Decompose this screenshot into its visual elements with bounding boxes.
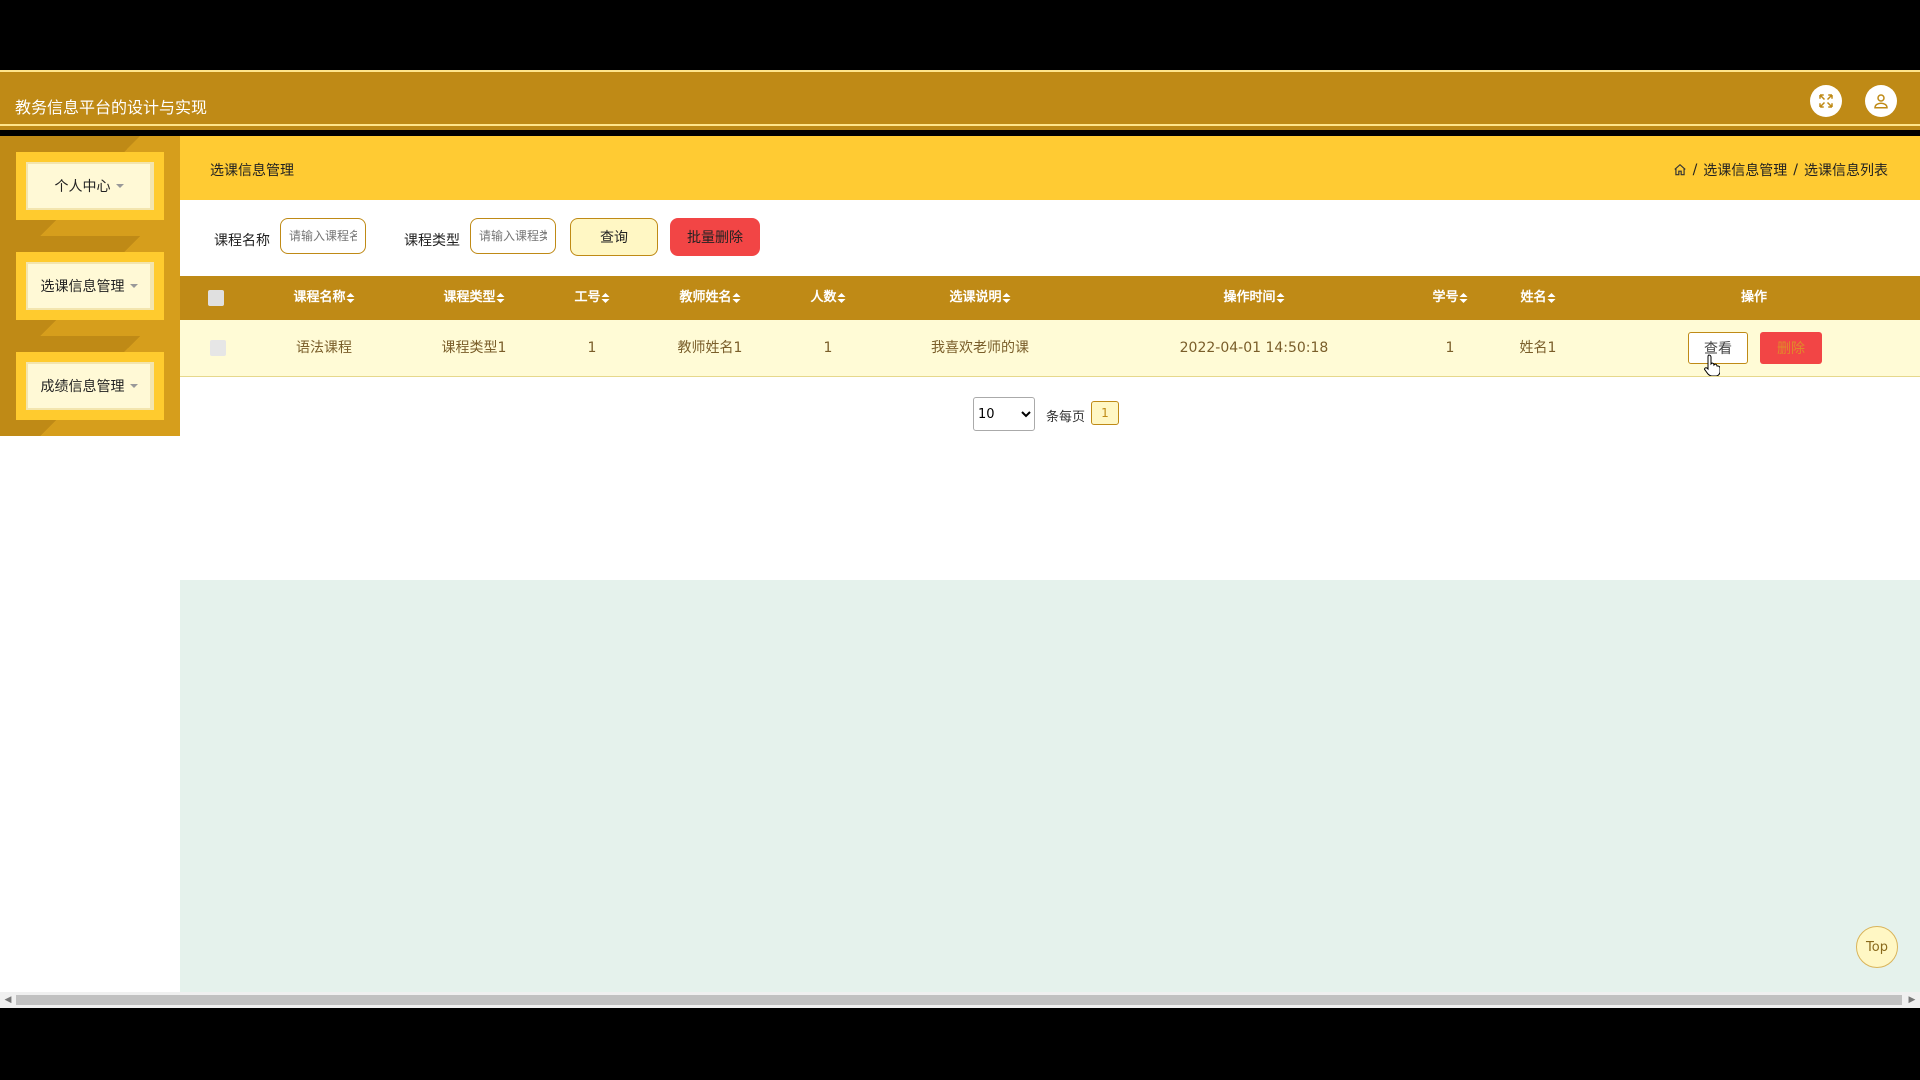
sort-icon [1459,292,1468,303]
sort-icon [496,292,505,303]
page-header: 选课信息管理 / 选课信息管理 / 选课信息列表 [180,136,1920,200]
course-name-input[interactable] [280,218,366,254]
navbar-bottom-stripe [0,124,1920,126]
scrollbar-thumb[interactable] [16,995,1902,1005]
user-menu-button[interactable] [1865,85,1897,117]
column-header[interactable]: 选课说明 [949,276,1011,320]
cell-course-name: 语法课程 [296,340,352,356]
sidebar-item-grade-management[interactable]: 成绩信息管理 [28,364,150,408]
batch-delete-button[interactable]: 批量删除 [670,218,760,256]
sidebar-item-label: 成绩信息管理 [40,379,125,395]
sidebar-tile-personal: 个人中心 [0,136,180,236]
sidebar-tile-course-selection: 选课信息管理 [0,236,180,336]
pagination: 10 条每页 1 [180,376,1920,440]
sort-icon [732,292,741,303]
cell-student-id: 1 [1445,340,1455,356]
sidebar-item-label: 个人中心 [54,179,111,195]
chevron-down-icon [115,184,124,188]
cell-operation-time: 2022-04-01 14:50:18 [1179,340,1329,356]
cell-staff-id: 1 [587,340,597,356]
column-header[interactable]: 课程名称 [293,276,355,320]
delete-button[interactable]: 删除 [1760,332,1822,364]
fullscreen-icon [1819,94,1833,108]
sort-icon [1002,292,1011,303]
fullscreen-button[interactable] [1810,85,1842,117]
per-page-label: 条每页 [1046,410,1086,425]
horizontal-scrollbar[interactable]: ◀ ▶ [0,992,1920,1008]
table-header: 课程名称 课程类型 工号 教师姓名 人数 选课说明 操作时间 学号 姓名 操作 [180,276,1920,320]
column-header[interactable]: 操作时间 [1223,276,1285,320]
cell-name: 姓名1 [1519,340,1557,356]
back-to-top-button[interactable]: Top [1856,926,1898,968]
sort-icon [837,292,846,303]
course-type-label: 课程类型 [404,233,460,249]
top-navbar: 教务信息平台的设计与实现 [0,70,1920,130]
page-title: 选课信息管理 [210,163,294,179]
data-table: 课程名称 课程类型 工号 教师姓名 人数 选课说明 操作时间 学号 姓名 操作 … [180,276,1920,580]
cell-course-type: 课程类型1 [441,340,507,356]
course-type-input[interactable] [470,218,556,254]
page-size-select[interactable]: 10 [973,397,1035,431]
course-name-label: 课程名称 [214,233,270,249]
cell-teacher-name: 教师姓名1 [677,340,743,356]
chevron-down-icon [129,284,138,288]
scroll-left-arrow-icon[interactable]: ◀ [0,992,16,1008]
sidebar-item-course-selection[interactable]: 选课信息管理 [28,264,150,308]
cell-count: 1 [823,340,833,356]
home-icon[interactable] [1673,163,1687,177]
cell-description: 我喜欢老师的课 [931,340,1029,356]
sidebar-item-label: 选课信息管理 [40,279,125,295]
select-all-checkbox[interactable] [208,290,224,306]
sort-icon [601,292,610,303]
navbar-top-stripe [0,70,1920,72]
row-checkbox[interactable] [210,340,226,356]
column-header[interactable]: 姓名 [1520,276,1556,320]
sidebar: 个人中心 选课信息管理 成绩信息管理 [0,136,180,992]
sort-icon [1276,292,1285,303]
breadcrumb-item[interactable]: 选课信息管理 [1703,160,1787,180]
column-header[interactable]: 学号 [1432,276,1468,320]
sort-icon [1547,292,1556,303]
column-header[interactable]: 课程类型 [443,276,505,320]
sort-icon [346,292,355,303]
main-content: 选课信息管理 / 选课信息管理 / 选课信息列表 课程名称 课程类型 查询 批量… [180,136,1920,992]
query-button[interactable]: 查询 [570,218,658,256]
column-header[interactable]: 教师姓名 [679,276,741,320]
page-number-button[interactable]: 1 [1091,401,1119,425]
search-form: 课程名称 课程类型 查询 批量删除 [180,200,1920,276]
table-row: 语法课程 课程类型1 1 教师姓名1 1 我喜欢老师的课 2022-04-01 … [180,320,1920,377]
chevron-down-icon [129,384,138,388]
sidebar-item-personal-center[interactable]: 个人中心 [28,164,150,208]
scroll-right-arrow-icon[interactable]: ▶ [1904,992,1920,1008]
column-header-actions: 操作 [1740,290,1768,305]
mouse-pointer-icon [1704,354,1720,376]
column-header[interactable]: 人数 [810,276,846,320]
user-icon [1874,94,1888,109]
breadcrumb-item: 选课信息列表 [1804,163,1888,179]
column-header[interactable]: 工号 [574,276,610,320]
app-title: 教务信息平台的设计与实现 [15,98,208,117]
sidebar-tile-grades: 成绩信息管理 [0,336,180,436]
breadcrumb: / 选课信息管理 / 选课信息列表 [1673,160,1888,180]
